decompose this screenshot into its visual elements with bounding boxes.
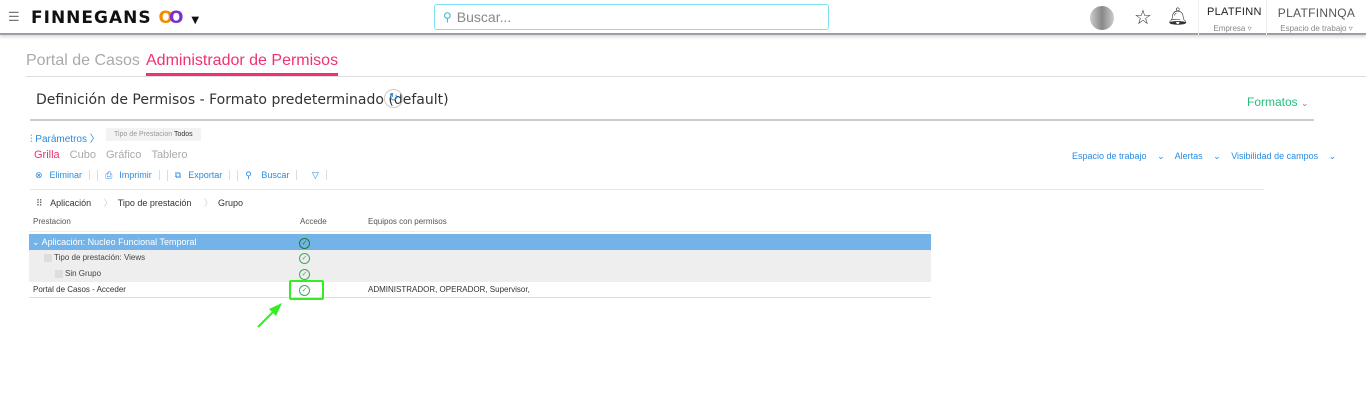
arrow-annotation-icon xyxy=(257,303,282,328)
col-accede[interactable]: Accede xyxy=(300,214,327,230)
divider xyxy=(30,189,1264,190)
check-circle-icon: ✓ xyxy=(299,253,310,264)
collapse-icon[interactable] xyxy=(44,253,52,262)
alertas-dropdown[interactable]: Alertas ⌄ xyxy=(1175,151,1221,161)
exportar-label: Exportar xyxy=(181,170,231,180)
imprimir-button[interactable]: ⎙ Imprimir xyxy=(98,170,168,181)
filter-chip[interactable]: Tipo de Prestacion Todos xyxy=(106,128,201,141)
view-tablero[interactable]: Tablero xyxy=(151,149,187,161)
parametros-button[interactable]: ⫶ Parámetros 〉 xyxy=(30,130,100,145)
tabs: Portal de Casos Administrador de Permiso… xyxy=(26,52,1366,77)
company-label: Empresa xyxy=(1213,24,1246,33)
logo[interactable]: FINNEGANS OO ▼ xyxy=(31,8,200,28)
table-row[interactable]: Tipo de prestación: Views ✓ xyxy=(29,250,931,266)
imprimir-label: Imprimir xyxy=(112,170,160,180)
logo-mark-icon-2: O xyxy=(168,8,185,28)
company-name: PLATFINN xyxy=(1207,6,1262,18)
chip-value: Todos xyxy=(173,131,193,138)
col-equipos[interactable]: Equipos con permisos xyxy=(368,214,447,230)
col-prestacion[interactable]: Prestacion xyxy=(33,214,71,230)
search-input[interactable]: ⚲ Buscar... xyxy=(434,4,829,30)
visibilidad-dropdown[interactable]: Visibilidad de campos ⌄ xyxy=(1231,151,1336,161)
formatos-label: Formatos xyxy=(1247,95,1298,109)
collapse-icon[interactable]: ⌄ xyxy=(32,237,40,247)
row-label: Portal de Casos - Acceder xyxy=(33,285,126,294)
company-selector[interactable]: PLATFINN Empresa ▿ xyxy=(1198,0,1266,35)
logo-text: FINNEGANS xyxy=(31,8,152,28)
eliminar-button[interactable]: ⊗ Eliminar xyxy=(35,170,99,181)
row-label: Aplicación: Nucleo Funcional Temporal xyxy=(41,237,197,247)
link-label: Visibilidad de campos xyxy=(1231,151,1319,161)
buscar-label: Buscar xyxy=(254,170,298,180)
sliders-icon: ⫶ xyxy=(30,134,33,145)
check-circle-icon: ✓ xyxy=(299,269,310,280)
divider xyxy=(30,119,1314,121)
view-grafico[interactable]: Gráfico xyxy=(106,149,141,161)
exportar-button[interactable]: ⧉ Exportar xyxy=(168,170,239,181)
grid-icon: ⠿ xyxy=(36,198,43,208)
crumb-grupo[interactable]: Grupo xyxy=(218,198,243,208)
parametros-label: Parámetros xyxy=(35,134,87,145)
view-tabs: Grilla Cubo Gráfico Tablero xyxy=(34,149,198,161)
toolbar: ⊗ Eliminar ⎙ Imprimir ⧉ Exportar ⚲ Buscar ▽ xyxy=(35,170,334,181)
row-equipos: ADMINISTRADOR, OPERADOR, Supervisor, xyxy=(368,285,530,294)
espacio-de-trabajo-dropdown[interactable]: Espacio de trabajo ⌄ xyxy=(1072,151,1165,161)
table-row[interactable]: ⌄ Aplicación: Nucleo Funcional Temporal … xyxy=(29,234,931,250)
view-grilla[interactable]: Grilla xyxy=(34,149,60,161)
chip-label: Tipo de Prestacion xyxy=(114,131,173,138)
link-label: Alertas xyxy=(1174,151,1203,161)
row-label: Sin Grupo xyxy=(65,269,102,278)
chevron-down-icon[interactable]: ▼ xyxy=(191,15,200,26)
tab-portal-de-casos[interactable]: Portal de Casos xyxy=(26,52,140,70)
crumb-aplicacion[interactable]: Aplicación xyxy=(50,198,91,208)
crumb-tipo[interactable]: Tipo de prestación xyxy=(118,198,192,208)
hamburger-icon[interactable]: ☰ xyxy=(8,9,20,25)
workspace-selector[interactable]: PLATFINNQA Espacio de trabajo ▿ xyxy=(1266,0,1366,35)
right-links: Espacio de trabajo ⌄ Alertas ⌄ Visibilid… xyxy=(1072,151,1344,162)
highlight-box xyxy=(289,280,324,300)
refresh-icon[interactable]: ↻ xyxy=(384,89,403,108)
permissions-grid: Prestacion Accede Equipos con permisos ⌄… xyxy=(29,214,931,298)
search-icon: ⚲ xyxy=(443,10,452,24)
buscar-button[interactable]: ⚲ Buscar ▽ xyxy=(238,170,334,181)
collapse-icon[interactable] xyxy=(55,269,63,278)
bell-icon[interactable]: 🔔︎ xyxy=(1167,7,1189,27)
link-label: Espacio de trabajo xyxy=(1072,151,1147,161)
table-row[interactable]: Portal de Casos - Acceder ✓ ADMINISTRADO… xyxy=(29,282,931,298)
top-bar: ☰ FINNEGANS OO ▼ ⚲ Buscar... ☆ 🔔︎ PLATFIN… xyxy=(0,0,1366,35)
table-row[interactable]: Sin Grupo ✓ xyxy=(29,266,931,282)
avatar[interactable] xyxy=(1090,6,1114,30)
eliminar-label: Eliminar xyxy=(42,170,91,180)
filter-icon[interactable]: ▽ xyxy=(304,170,327,180)
tab-administrador-de-permisos[interactable]: Administrador de Permisos xyxy=(146,52,339,76)
row-label: Tipo de prestación: Views xyxy=(54,253,146,262)
formatos-dropdown[interactable]: Formatos ⌄ xyxy=(1247,95,1309,109)
chevron-down-icon: ⌄ xyxy=(1301,98,1309,108)
view-cubo[interactable]: Cubo xyxy=(70,149,96,161)
group-breadcrumb: ⠿ Aplicación 〉 Tipo de prestación 〉 Grup… xyxy=(36,198,243,208)
search-placeholder: Buscar... xyxy=(456,9,512,25)
workspace-name: PLATFINNQA xyxy=(1277,6,1356,20)
workspace-label: Espacio de trabajo xyxy=(1280,24,1347,33)
grid-header: Prestacion Accede Equipos con permisos xyxy=(29,214,931,232)
check-circle-icon: ✓ xyxy=(299,238,310,249)
star-icon[interactable]: ☆ xyxy=(1134,5,1152,30)
